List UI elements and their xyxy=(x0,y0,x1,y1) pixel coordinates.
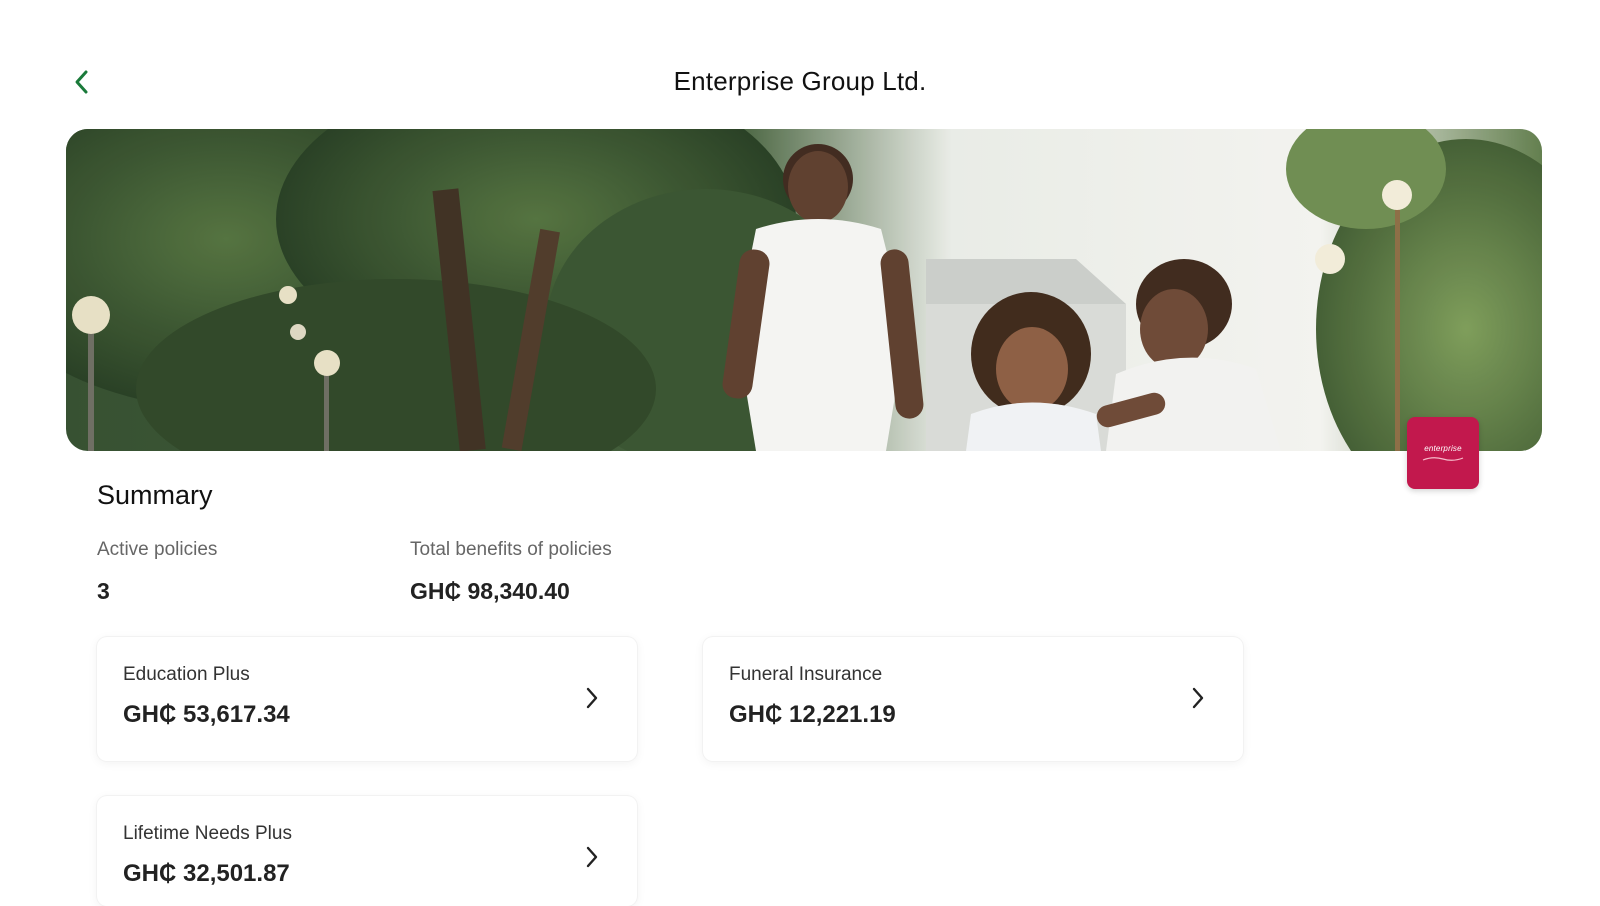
policy-card-funeral-insurance[interactable]: Funeral Insurance GH₵ 12,221.19 xyxy=(703,637,1243,761)
policy-name: Funeral Insurance xyxy=(729,664,883,685)
policy-card-lifetime-needs-plus[interactable]: Lifetime Needs Plus GH₵ 32,501.87 xyxy=(97,796,637,906)
policy-card-education-plus[interactable]: Education Plus GH₵ 53,617.34 xyxy=(97,637,637,761)
policy-name: Education Plus xyxy=(123,664,250,685)
active-policies-label: Active policies xyxy=(97,539,218,560)
logo-wave-icon xyxy=(1422,457,1464,461)
policy-name: Lifetime Needs Plus xyxy=(123,823,292,844)
total-benefits-label: Total benefits of policies xyxy=(410,539,612,560)
policy-amount: GH₵ 53,617.34 xyxy=(123,701,290,728)
header: Enterprise Group Ltd. xyxy=(0,52,1600,112)
page-title: Enterprise Group Ltd. xyxy=(673,66,927,96)
policy-amount: GH₵ 32,501.87 xyxy=(123,860,290,887)
brand-logo-badge: enterprise xyxy=(1407,417,1479,489)
banner-image xyxy=(66,129,1542,451)
chevron-right-icon xyxy=(581,842,603,872)
total-benefits-value: GH₵ 98,340.40 xyxy=(410,578,570,604)
summary-title: Summary xyxy=(97,480,213,510)
active-policies-value: 3 xyxy=(97,578,110,604)
chevron-right-icon xyxy=(1187,683,1209,713)
brand-logo: enterprise xyxy=(1424,444,1462,453)
policy-amount: GH₵ 12,221.19 xyxy=(729,701,896,728)
chevron-right-icon xyxy=(581,683,603,713)
